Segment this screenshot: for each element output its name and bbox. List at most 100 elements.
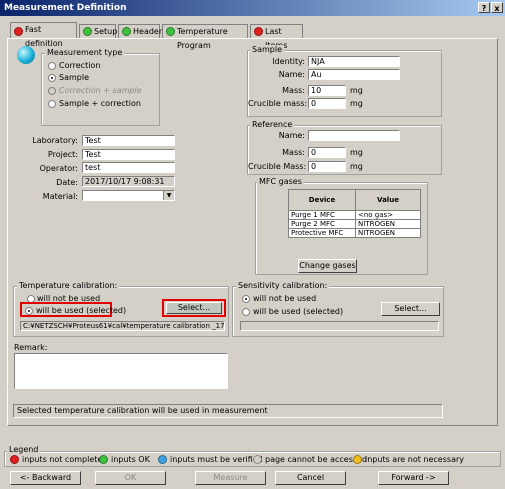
legend-item: inputs not complete bbox=[22, 455, 103, 464]
close-button[interactable]: x bbox=[491, 2, 503, 13]
legend-item: inputs OK bbox=[111, 455, 150, 464]
reference-crucible-field[interactable]: 0 bbox=[308, 161, 346, 172]
status-yellow-icon bbox=[353, 455, 362, 464]
sample-mass-unit: mg bbox=[350, 86, 363, 95]
legend-title: Legend bbox=[7, 445, 41, 455]
mfc-value-cell: NITROGEN bbox=[355, 219, 421, 229]
tab-label: Header bbox=[133, 27, 163, 36]
radio-correction[interactable] bbox=[48, 62, 56, 70]
tab-setup[interactable]: Setup bbox=[79, 24, 118, 38]
reference-mass-field[interactable]: 0 bbox=[308, 147, 346, 158]
temp-calibration-path: C:¥NETZSCH¥Proteus61¥cal¥temperature cal… bbox=[20, 321, 225, 331]
reference-mass-label: Mass: bbox=[282, 148, 305, 157]
operator-label: Operator: bbox=[39, 164, 78, 173]
tab-last-items[interactable]: Last Items bbox=[250, 24, 303, 50]
mfc-table: Device Value Purge 1 MFC <no gas> Purge … bbox=[288, 189, 421, 238]
reference-crucible-unit: mg bbox=[350, 162, 363, 171]
radio-sample[interactable] bbox=[48, 74, 56, 82]
ok-button[interactable]: OK bbox=[95, 471, 166, 485]
window-titlebar: Measurement Definition ? x bbox=[0, 0, 505, 16]
tab-header[interactable]: Header bbox=[118, 24, 163, 38]
tab-label: Setup bbox=[94, 27, 118, 36]
status-bar: Selected temperature calibration will be… bbox=[13, 404, 443, 418]
material-select[interactable]: ▼ bbox=[82, 190, 175, 201]
reference-legend: Reference bbox=[250, 120, 295, 130]
sens-calibration-path bbox=[240, 321, 439, 331]
status-red-icon bbox=[10, 455, 19, 464]
mfc-header-value: Value bbox=[355, 189, 421, 211]
mfc-header-device: Device bbox=[288, 189, 356, 211]
reference-mass-unit: mg bbox=[350, 148, 363, 157]
label-sample-correction: Sample + correction bbox=[59, 99, 141, 108]
sample-identity-field[interactable]: NJA bbox=[308, 56, 400, 67]
temperature-calibration-legend: Temperature calibration: bbox=[17, 281, 120, 291]
tab-fast-definition[interactable]: Fast definition bbox=[10, 22, 77, 48]
status-green-icon bbox=[83, 27, 92, 36]
radio-sens-will-be-used[interactable] bbox=[242, 308, 250, 316]
measurement-type-icon bbox=[17, 46, 35, 64]
sample-name-field[interactable]: Au bbox=[308, 69, 400, 80]
project-field[interactable]: Test bbox=[82, 149, 175, 160]
legend-item: inputs are not necessary bbox=[365, 455, 464, 464]
sample-mass-label: Mass: bbox=[282, 86, 305, 95]
date-field: 2017/10/17 9:08:31 bbox=[82, 176, 175, 187]
reference-name-field[interactable] bbox=[308, 130, 400, 141]
radio-sample-correction[interactable] bbox=[48, 100, 56, 108]
sample-identity-label: Identity: bbox=[272, 57, 305, 66]
status-grey-icon bbox=[253, 455, 262, 464]
sample-crucible-field[interactable]: 0 bbox=[308, 98, 346, 109]
status-green-icon bbox=[166, 27, 175, 36]
temp-select-button[interactable]: Select... bbox=[166, 302, 222, 314]
measure-button[interactable]: Measure bbox=[195, 471, 266, 485]
remark-label: Remark: bbox=[14, 343, 48, 352]
status-red-icon bbox=[254, 27, 263, 36]
tab-temperature-program[interactable]: Temperature Program bbox=[162, 24, 248, 50]
cancel-button[interactable]: Cancel bbox=[275, 471, 346, 485]
legend-item: page cannot be accessed bbox=[265, 455, 368, 464]
label-sens-not-used: will not be used bbox=[253, 294, 317, 303]
mfc-gases-legend: MFC gases bbox=[257, 177, 304, 187]
chevron-down-icon[interactable]: ▼ bbox=[163, 191, 174, 200]
radio-correction-sample bbox=[48, 87, 56, 95]
label-correction: Correction bbox=[59, 61, 101, 70]
sens-select-button[interactable]: Select... bbox=[381, 302, 440, 316]
mfc-value-cell: <no gas> bbox=[355, 210, 421, 220]
change-gases-button[interactable]: Change gases bbox=[298, 259, 357, 273]
label-sample: Sample bbox=[59, 73, 89, 82]
laboratory-field[interactable]: Test bbox=[82, 135, 175, 146]
mfc-device-cell: Protective MFC bbox=[288, 228, 356, 238]
material-label: Material: bbox=[42, 192, 78, 201]
mfc-value-cell: NITROGEN bbox=[355, 228, 421, 238]
radio-sens-not-used[interactable] bbox=[242, 295, 250, 303]
label-temp-will-be-used: will be used (selected) bbox=[36, 306, 127, 315]
sample-crucible-unit: mg bbox=[350, 99, 363, 108]
status-green-icon bbox=[99, 455, 108, 464]
status-red-icon bbox=[14, 27, 23, 36]
help-button[interactable]: ? bbox=[478, 2, 490, 13]
window-title: Measurement Definition bbox=[4, 3, 127, 13]
status-blue-icon bbox=[158, 455, 167, 464]
reference-name-label: Name: bbox=[278, 131, 305, 140]
backward-button[interactable]: <- Backward bbox=[10, 471, 81, 485]
project-label: Project: bbox=[47, 150, 78, 159]
sample-legend: Sample bbox=[250, 45, 284, 55]
remark-textarea[interactable] bbox=[14, 353, 228, 389]
reference-crucible-label: Crucible Mass: bbox=[248, 162, 307, 171]
mfc-device-cell: Purge 1 MFC bbox=[288, 210, 356, 220]
forward-button[interactable]: Forward -> bbox=[378, 471, 449, 485]
date-label: Date: bbox=[56, 178, 78, 187]
table-row[interactable]: Purge 2 MFC NITROGEN bbox=[288, 219, 421, 229]
status-message: Selected temperature calibration will be… bbox=[17, 406, 268, 415]
laboratory-label: Laboratory: bbox=[32, 136, 78, 145]
label-correction-sample: Correction + sample bbox=[59, 86, 142, 95]
radio-temp-will-be-used[interactable] bbox=[25, 307, 33, 315]
table-row[interactable]: Protective MFC NITROGEN bbox=[288, 228, 421, 238]
operator-field[interactable]: test bbox=[82, 162, 175, 173]
sample-mass-field[interactable]: 10 bbox=[308, 85, 346, 96]
label-sens-will-be-used: will be used (selected) bbox=[253, 307, 344, 316]
sensitivity-calibration-legend: Sensitivity calibration: bbox=[236, 281, 330, 291]
legend-item: inputs must be verified bbox=[170, 455, 263, 464]
status-green-icon bbox=[122, 27, 131, 36]
table-row[interactable]: Purge 1 MFC <no gas> bbox=[288, 210, 421, 220]
mfc-device-cell: Purge 2 MFC bbox=[288, 219, 356, 229]
